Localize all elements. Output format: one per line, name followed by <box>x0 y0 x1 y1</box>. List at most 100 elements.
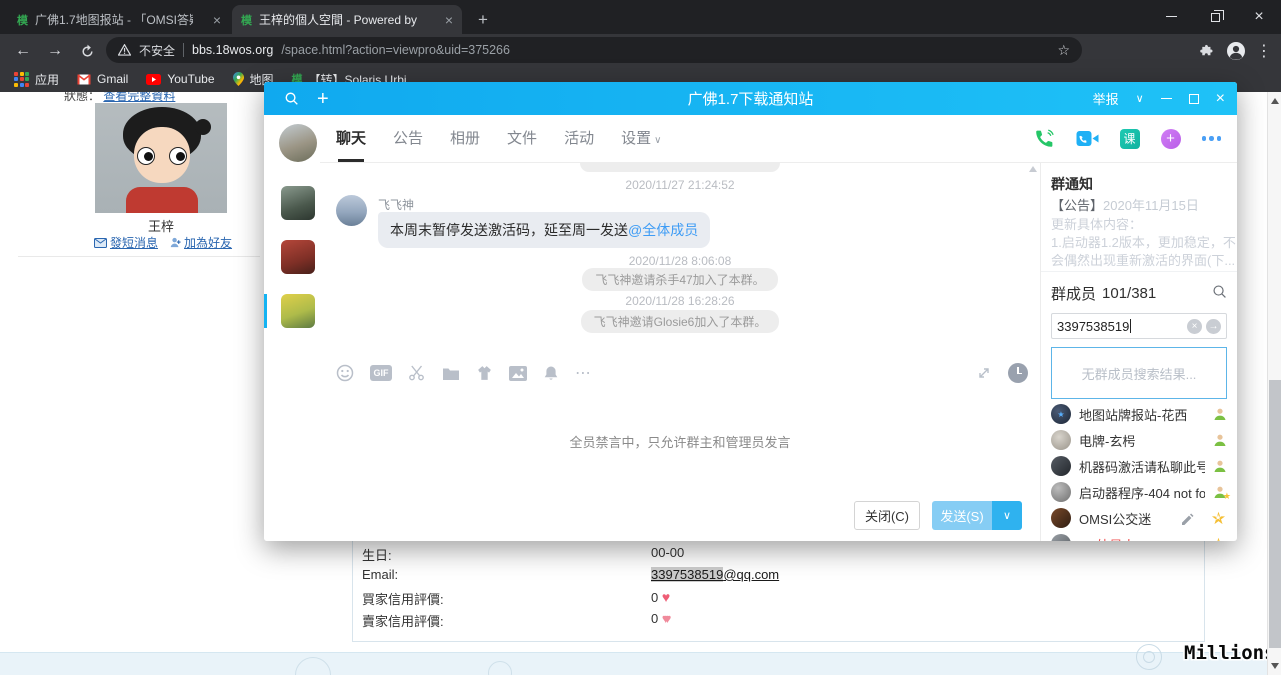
gmail-icon <box>77 73 91 84</box>
back-icon[interactable]: ← <box>10 38 36 64</box>
address-bar[interactable]: 不安全 bbs.18wos.org /space.html?action=vie… <box>106 37 1082 63</box>
qq-search-icon[interactable] <box>284 91 299 106</box>
table-row-seller-credit: 賣家信用評價: 0 ♥♥ <box>362 611 672 629</box>
qq-titlebar-chevron-icon[interactable]: ∨ <box>1136 92 1144 105</box>
not-secure-label[interactable]: 不安全 <box>139 42 175 59</box>
chat-scroll-up-icon[interactable] <box>1029 166 1037 172</box>
image-icon[interactable] <box>509 365 527 381</box>
tab-files[interactable]: 文件 <box>507 127 537 150</box>
bookmark-gmail[interactable]: Gmail <box>77 72 128 86</box>
tab-activity[interactable]: 活动 <box>564 127 594 150</box>
system-notice: 飞飞神邀请Glosie6加入了本群。 <box>580 310 780 333</box>
scroll-down-arrow[interactable] <box>1271 663 1279 669</box>
mention-all-link[interactable]: @全体成员 <box>628 222 698 238</box>
page-scrollbar[interactable] <box>1267 92 1281 675</box>
message-history-clock-icon[interactable] <box>1008 363 1028 383</box>
reload-icon[interactable] <box>74 38 100 64</box>
heart-icon: ♥ <box>661 589 671 605</box>
tab1-close-icon[interactable]: × <box>213 12 221 28</box>
announcement-bell-icon[interactable] <box>543 365 559 382</box>
screenshot-scissors-icon[interactable] <box>408 364 426 382</box>
edit-nickname-pencil-icon[interactable] <box>1180 511 1194 525</box>
scrollbar-thumb[interactable] <box>1269 380 1281 648</box>
browser-tab-2[interactable]: 模 王梓的個人空間 - Powered by D × <box>232 5 462 34</box>
selected-group-indicator <box>264 294 267 328</box>
group-avatar-2[interactable] <box>281 186 315 220</box>
class-icon[interactable]: 课 <box>1119 128 1140 149</box>
toolbar-more-icon[interactable]: ⋯ <box>575 363 593 383</box>
group-avatar-1[interactable] <box>279 124 317 162</box>
chat-history: 2020/11/27 21:24:52 飞飞神 本周末暂停发送激活码，延至周一发… <box>320 163 1040 353</box>
voice-call-icon[interactable] <box>1034 128 1055 149</box>
member-row-self[interactable]: OMSI公交迷 ★ ★ <box>1041 505 1237 531</box>
member-row[interactable]: 电牌-玄枵 <box>1041 427 1237 453</box>
qq-maximize-button[interactable] <box>1188 93 1199 104</box>
member-row[interactable]: 启动器程序-404 not fo ★ <box>1041 479 1237 505</box>
qq-report-button[interactable]: 举报 <box>1093 89 1119 108</box>
qq-minimize-button[interactable] <box>1160 97 1172 100</box>
new-tab-button[interactable]: + <box>470 7 496 33</box>
profile-username: 王梓 <box>147 219 174 234</box>
message-bubble: 本周末暂停发送激活码，延至周一发送@全体成员 <box>378 212 711 248</box>
tab2-close-icon[interactable]: × <box>445 12 453 28</box>
watermark: Millions <box>1184 642 1276 664</box>
profile-avatar-icon[interactable] <box>1223 38 1249 64</box>
nudge-shake-icon[interactable] <box>476 365 493 381</box>
member-avatar <box>1051 508 1071 528</box>
group-notice-heading[interactable]: 【公告】2020年11月15日 <box>1051 195 1199 214</box>
emoji-icon[interactable] <box>336 364 354 382</box>
scroll-up-arrow[interactable] <box>1271 98 1279 104</box>
sender-avatar[interactable] <box>336 195 367 226</box>
group-notice-title[interactable]: 群通知 <box>1051 174 1093 194</box>
expand-input-icon[interactable] <box>976 365 992 381</box>
member-row[interactable]: BB外星人 ★★ <box>1041 531 1237 541</box>
back-to-top-button[interactable] <box>1136 644 1162 670</box>
extensions-icon[interactable] <box>1193 38 1219 64</box>
bookmark-star-icon[interactable]: ☆ <box>1057 42 1070 59</box>
member-list: ★ 地图站牌报站-花西 电牌-玄枵 机器码激活请私聊此号 启动器程序-404 n… <box>1041 401 1237 541</box>
notice-body-line: 会偶然出现重新激活的界面(下... <box>1051 253 1236 268</box>
gif-icon[interactable]: GIF <box>370 365 392 381</box>
apps-grid-icon <box>14 71 29 87</box>
browser-tab-1[interactable]: 模 广佛1.7地图报站 - 「OMSI答疑 × <box>8 5 230 34</box>
tab-album[interactable]: 相册 <box>450 127 480 150</box>
member-avatar <box>1051 534 1071 541</box>
email-link[interactable]: 3397538519@qq.com <box>651 567 779 582</box>
qq-close-button[interactable]: × <box>1216 90 1225 108</box>
video-call-icon[interactable] <box>1076 130 1099 147</box>
member-search-icon[interactable] <box>1212 284 1227 304</box>
tab-announcement[interactable]: 公告 <box>393 127 423 150</box>
clear-search-icon[interactable]: × <box>1187 318 1202 334</box>
notice-body-line: 更新具体内容： <box>1051 217 1143 232</box>
member-row[interactable]: 机器码激活请私聊此号 <box>1041 453 1237 479</box>
member-row[interactable]: ★ 地图站牌报站-花西 <box>1041 401 1237 427</box>
browser-restore-button[interactable] <box>1193 0 1237 33</box>
forward-icon[interactable]: → <box>42 38 68 64</box>
search-go-icon[interactable]: → <box>1206 318 1221 334</box>
browser-close-button[interactable]: × <box>1237 0 1281 33</box>
bookmark-youtube[interactable]: YouTube <box>146 72 215 86</box>
send-message-link[interactable]: 發短消息 <box>93 234 158 251</box>
more-options-icon[interactable] <box>1201 136 1221 141</box>
bookmark-gmail-label: Gmail <box>97 72 129 86</box>
bookmark-apps[interactable]: 应用 <box>14 71 59 88</box>
tab-chat[interactable]: 聊天 <box>336 127 366 162</box>
text-caret <box>1130 319 1132 333</box>
browser-menu-icon[interactable]: ⋮ <box>1251 38 1277 64</box>
send-button[interactable]: 发送(S) <box>932 500 992 530</box>
group-avatar-3[interactable] <box>281 240 315 274</box>
qq-create-icon[interactable]: + <box>317 89 329 109</box>
send-options-chevron[interactable]: ∨ <box>992 500 1022 530</box>
message-input-area[interactable]: 全员禁言中，只允许群主和管理员发言 <box>320 393 1040 489</box>
file-folder-icon[interactable] <box>442 366 460 381</box>
close-chat-button[interactable]: 关闭(C) <box>854 500 920 530</box>
browser-minimize-button[interactable] <box>1149 0 1193 33</box>
add-friend-link[interactable]: 加為好友 <box>170 234 232 251</box>
group-avatar-4-selected[interactable] <box>281 294 315 328</box>
envelope-icon <box>93 237 107 248</box>
member-search-input[interactable]: 3397538519 × → <box>1051 313 1227 339</box>
timestamp: 2020/11/28 16:28:26 <box>625 294 735 308</box>
add-bubble-icon[interactable]: + <box>1160 128 1181 149</box>
tab-settings[interactable]: 设置 ∨ <box>621 127 661 150</box>
table-row-birthday: 生日: 00-00 <box>362 545 685 563</box>
